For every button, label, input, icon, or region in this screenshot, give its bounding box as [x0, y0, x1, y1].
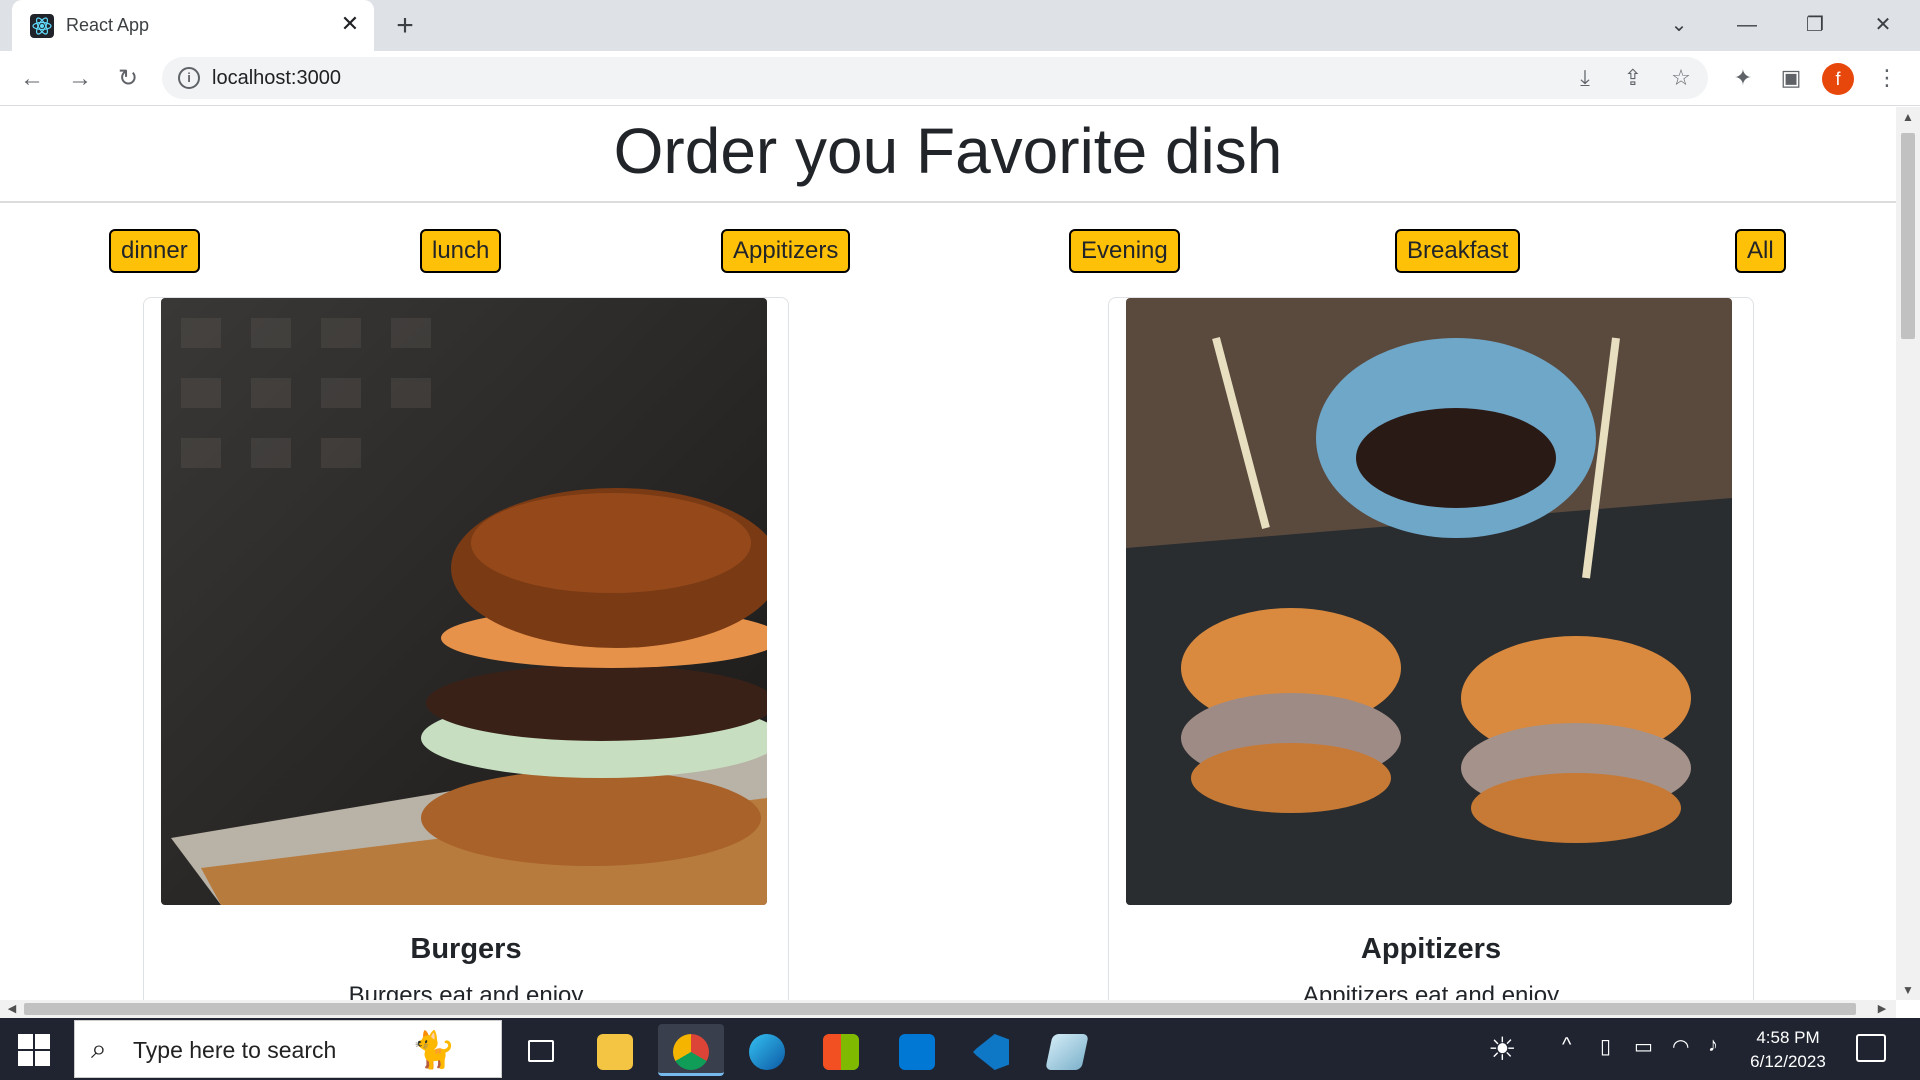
close-tab-icon[interactable]: ✕ [336, 10, 364, 38]
card-title: Burgers [410, 933, 522, 965]
mail-icon [899, 1034, 935, 1070]
dish-card-appitizers[interactable]: Appitizers Appitizers eat and enjoy [1108, 297, 1754, 1000]
back-arrow-icon[interactable]: ← [14, 61, 50, 97]
task-view-button[interactable] [508, 1024, 574, 1076]
taskbar-vscode[interactable] [958, 1024, 1024, 1076]
category-button-evening[interactable]: Evening [1069, 229, 1180, 273]
divider [0, 201, 1896, 203]
search-icon: ⌕ [91, 1033, 107, 1064]
horizontal-scrollbar[interactable]: ◀ ▶ [0, 1000, 1896, 1018]
taskbar-app[interactable] [1034, 1024, 1100, 1076]
scroll-left-icon[interactable]: ◀ [2, 1000, 22, 1018]
task-view-icon [528, 1040, 554, 1062]
url-text[interactable]: localhost:3000 [212, 67, 341, 90]
weather-icon[interactable]: ☀ [1488, 1030, 1517, 1068]
edge-icon [749, 1034, 785, 1070]
taskbar-store[interactable] [808, 1024, 874, 1076]
react-icon [30, 14, 54, 38]
browser-toolbar: ← → ↻ i localhost:3000 ⤓ ⇪ ☆ ✦ ▣ f ⋮ [0, 51, 1920, 106]
clock-date: 6/12/2023 [1750, 1052, 1826, 1071]
forward-arrow-icon[interactable]: → [62, 61, 98, 97]
dish-card-burgers[interactable]: Burgers Burgers eat and enjoy [143, 297, 789, 1000]
tab-react-app[interactable]: React App ✕ [12, 0, 374, 51]
search-highlight-cat-icon: 🐈 [411, 1029, 456, 1070]
share-icon[interactable]: ⇪ [1618, 63, 1648, 93]
taskbar-mail[interactable] [884, 1024, 950, 1076]
page-title: Order you Favorite dish [613, 115, 1283, 187]
burger-image [161, 298, 767, 905]
sliders-image [1126, 298, 1732, 905]
app-icon [1045, 1034, 1089, 1070]
card-text: Appitizers eat and enjoy [1302, 982, 1560, 1000]
volume-icon[interactable]: ♪ [1708, 1034, 1718, 1057]
address-bar[interactable]: i localhost:3000 ⤓ ⇪ ☆ [162, 57, 1708, 99]
bookmark-star-icon[interactable]: ☆ [1666, 63, 1696, 93]
extensions-puzzle-icon[interactable]: ✦ [1726, 61, 1760, 95]
scroll-up-icon[interactable]: ▲ [1896, 107, 1920, 127]
taskbar-clock[interactable]: 4:58 PM 6/12/2023 [1748, 1026, 1828, 1074]
taskbar-file-explorer[interactable] [582, 1024, 648, 1076]
notification-icon[interactable] [1856, 1034, 1886, 1062]
taskbar-search-box[interactable]: ⌕ Type here to search 🐈 [74, 1020, 502, 1078]
taskbar-edge[interactable] [734, 1024, 800, 1076]
windows-taskbar: ⌕ Type here to search 🐈 ☀ ^ ▯ ▭ ◠ ♪ 4:58… [0, 1018, 1920, 1080]
wifi-icon[interactable]: ◠ [1672, 1034, 1689, 1059]
windows-start-icon[interactable] [18, 1034, 50, 1066]
close-window-button[interactable]: ✕ [1860, 8, 1906, 42]
page-viewport: Order you Favorite dish dinner lunch App… [0, 107, 1896, 1000]
vertical-scrollbar[interactable]: ▲ ▼ [1896, 107, 1920, 1000]
clock-time: 4:58 PM [1756, 1028, 1820, 1047]
side-panel-icon[interactable]: ▣ [1774, 61, 1808, 95]
store-icon [823, 1034, 859, 1070]
card-title: Appitizers [1360, 933, 1502, 965]
taskbar-chrome[interactable] [658, 1024, 724, 1076]
chrome-icon [673, 1034, 709, 1070]
tab-search-chevron-icon[interactable]: ⌄ [1656, 8, 1702, 42]
category-button-lunch[interactable]: lunch [420, 229, 502, 273]
browser-tabstrip: React App ✕ + ⌄ — ❐ ✕ [0, 0, 1920, 51]
category-button-appitizers[interactable]: Appitizers [721, 229, 851, 273]
category-button-breakfast[interactable]: Breakfast [1395, 229, 1521, 273]
device-icon[interactable]: ▯ [1600, 1034, 1611, 1059]
menu-kebab-icon[interactable]: ⋮ [1870, 61, 1904, 95]
restore-button[interactable]: ❐ [1792, 8, 1838, 42]
reload-icon[interactable]: ↻ [110, 61, 146, 97]
install-icon[interactable]: ⤓ [1570, 63, 1600, 93]
site-info-icon[interactable]: i [178, 67, 200, 89]
tab-title: React App [66, 15, 150, 35]
battery-icon[interactable]: ▭ [1634, 1034, 1653, 1059]
category-button-all[interactable]: All [1735, 229, 1786, 273]
show-hidden-icons-chevron-icon[interactable]: ^ [1562, 1034, 1571, 1057]
minimize-button[interactable]: — [1724, 8, 1770, 42]
folder-icon [597, 1034, 633, 1070]
vscode-icon [973, 1034, 1009, 1070]
new-tab-button[interactable]: + [388, 9, 422, 43]
vertical-scroll-thumb[interactable] [1901, 133, 1915, 339]
category-button-dinner[interactable]: dinner [109, 229, 200, 273]
scroll-down-icon[interactable]: ▼ [1896, 980, 1920, 1000]
taskbar-search-placeholder: Type here to search [133, 1037, 337, 1063]
scroll-right-icon[interactable]: ▶ [1872, 1000, 1892, 1018]
card-text: Burgers eat and enjoy [348, 982, 584, 1000]
horizontal-scroll-thumb[interactable] [24, 1003, 1856, 1015]
profile-avatar[interactable]: f [1822, 63, 1854, 95]
